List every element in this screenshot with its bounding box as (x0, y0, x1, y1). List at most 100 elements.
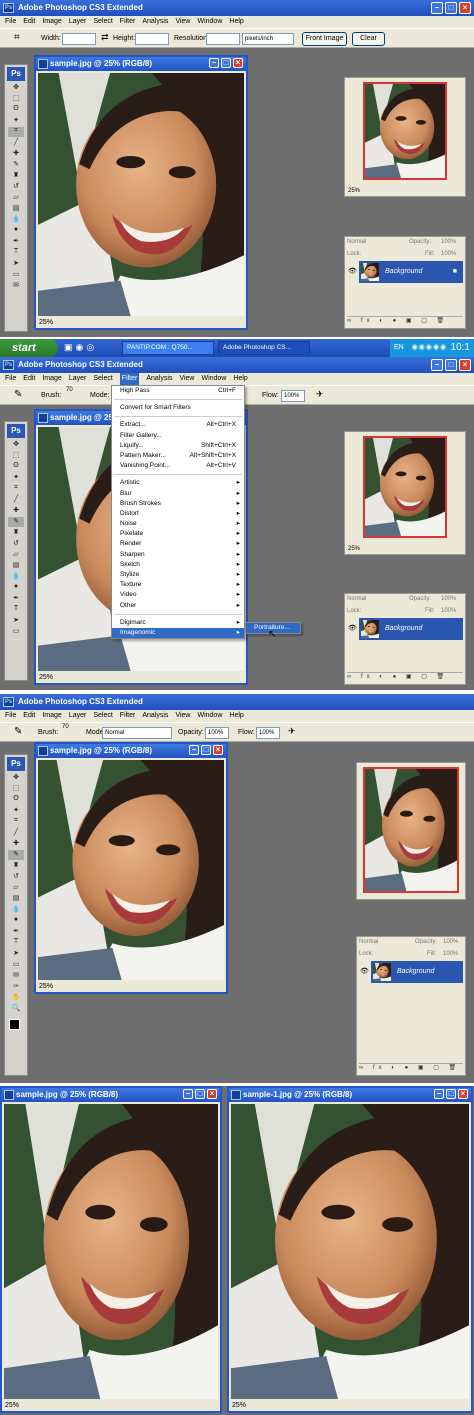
menu-edit[interactable]: Edit (23, 710, 35, 722)
document-titlebar[interactable]: sample-1.jpg @ 25% (RGB/8) – □ × (229, 1088, 471, 1102)
visibility-eye-icon[interactable]: 👁 (348, 624, 357, 632)
zoom-level[interactable]: 25% (39, 319, 53, 326)
magic-wand-icon[interactable]: ✦ (8, 116, 24, 126)
slice-tool-icon[interactable]: ╱ (8, 138, 24, 148)
gradient-tool-icon[interactable]: ▤ (8, 561, 24, 571)
brush-tool-icon[interactable]: ✎ (8, 160, 24, 170)
doc-maximize-button[interactable]: □ (446, 1089, 456, 1099)
hand-tool-icon[interactable]: ✋ (8, 993, 24, 1003)
menu-help[interactable]: Help (229, 710, 243, 722)
doc-minimize-button[interactable]: – (209, 58, 219, 68)
stamp-tool-icon[interactable]: ♜ (8, 861, 24, 871)
clear-button[interactable]: Clear (352, 32, 385, 46)
filter-menu-item-filter-gallery[interactable]: Filter Gallery... (112, 431, 244, 441)
menu-select[interactable]: Select (93, 710, 112, 722)
crop-tool-icon[interactable]: ⌗ (14, 32, 20, 43)
brush-size[interactable]: 70 (66, 387, 73, 393)
filter-menu-item-convert-for-smart-filters[interactable]: Convert for Smart Filters (112, 403, 244, 413)
layer-row-background[interactable]: Background (371, 961, 463, 983)
notes-tool-icon[interactable]: ✉ (8, 281, 24, 291)
menu-view[interactable]: View (179, 373, 194, 385)
opacity-value[interactable]: 100% (441, 596, 456, 602)
type-tool-icon[interactable]: T (8, 605, 24, 615)
zoom-tool-icon[interactable]: 🔍 (8, 1004, 24, 1014)
resolution-unit-select[interactable]: pixels/inch (242, 33, 294, 45)
filter-menu-item-stylize[interactable]: Stylize ▸ (112, 570, 244, 580)
visibility-eye-icon[interactable]: 👁 (360, 967, 369, 975)
menu-image[interactable]: Image (42, 373, 61, 385)
filter-menu-item-imagenomic[interactable]: Imagenomic ▸ (112, 627, 244, 639)
menu-edit[interactable]: Edit (23, 16, 35, 28)
photo-canvas[interactable] (4, 1104, 218, 1399)
start-button[interactable]: start (0, 339, 58, 357)
menu-image[interactable]: Image (42, 710, 61, 722)
eyedropper-icon[interactable]: ✑ (8, 982, 24, 992)
document-titlebar[interactable]: sample.jpg @ 25% (RGB/8) – □ × (36, 744, 226, 758)
marquee-tool-icon[interactable]: ⬚ (8, 451, 24, 461)
layers-footer-icons[interactable]: ∞ fx ◐ ● ▣ ▢ 🗑 (347, 316, 463, 326)
pen-tool-icon[interactable]: ✒ (8, 594, 24, 604)
filter-menu-item-liquify[interactable]: Liquify... Shift+Ctrl+X (112, 441, 244, 451)
move-tool-icon[interactable]: ✥ (8, 440, 24, 450)
slice-tool-icon[interactable]: ╱ (8, 828, 24, 838)
path-select-icon[interactable]: ➤ (8, 949, 24, 959)
filter-menu-item-other[interactable]: Other ▸ (112, 601, 244, 611)
photo-canvas[interactable] (38, 73, 244, 316)
healing-brush-icon[interactable]: ✚ (8, 506, 24, 516)
flow-input[interactable]: 100% (281, 390, 305, 402)
shape-tool-icon[interactable]: ▭ (8, 627, 24, 637)
filter-menu-item-vanishing-point[interactable]: Vanishing Point... Alt+Ctrl+V (112, 461, 244, 471)
airbrush-icon[interactable]: ✈ (288, 726, 296, 737)
menu-view[interactable]: View (175, 16, 190, 28)
navigator-zoom[interactable]: 25% (348, 546, 360, 552)
filter-menu-item-sketch[interactable]: Sketch ▸ (112, 560, 244, 570)
filter-menu-item-pattern-maker[interactable]: Pattern Maker... Alt+Shift+Ctrl+X (112, 451, 244, 461)
menu-analysis[interactable]: Analysis (142, 16, 168, 28)
swap-icon[interactable]: ⇄ (101, 32, 109, 43)
menu-image[interactable]: Image (42, 16, 61, 28)
resolution-input[interactable] (206, 33, 240, 45)
opacity-value[interactable]: 100% (443, 939, 458, 945)
doc-minimize-button[interactable]: – (189, 745, 199, 755)
type-tool-icon[interactable]: T (8, 248, 24, 258)
lasso-tool-icon[interactable]: ʘ (8, 462, 24, 472)
color-swatches[interactable] (8, 1017, 26, 1039)
doc-maximize-button[interactable]: □ (201, 745, 211, 755)
slice-tool-icon[interactable]: ╱ (8, 495, 24, 505)
type-tool-icon[interactable]: T (8, 938, 24, 948)
dodge-tool-icon[interactable]: ● (8, 583, 24, 593)
taskbar-item-photoshop[interactable]: Adobe Photoshop CS... (218, 341, 310, 355)
filter-menu-item-render[interactable]: Render ▸ (112, 539, 244, 549)
path-select-icon[interactable]: ➤ (8, 616, 24, 626)
dodge-tool-icon[interactable]: ● (8, 226, 24, 236)
brush-tool-icon[interactable]: ✎ (14, 389, 22, 400)
filter-menu-item-video[interactable]: Video ▸ (112, 590, 244, 600)
document-titlebar[interactable]: sample.jpg @ 25% (RGB/8) – □ × (2, 1088, 220, 1102)
doc-minimize-button[interactable]: – (434, 1089, 444, 1099)
menu-window[interactable]: Window (197, 710, 222, 722)
document-window-retouched[interactable]: sample-1.jpg @ 25% (RGB/8) – □ × 25% (227, 1086, 473, 1413)
language-indicator[interactable]: EN (394, 344, 404, 351)
opacity-input[interactable]: 100% (205, 727, 229, 739)
move-tool-icon[interactable]: ✥ (8, 773, 24, 783)
width-input[interactable] (62, 33, 96, 45)
filter-menu-item-digimarc[interactable]: Digimarc ▸ (112, 618, 244, 628)
brush-tool-icon[interactable]: ✎ (8, 517, 24, 527)
airbrush-icon[interactable]: ✈ (316, 389, 324, 400)
minimize-button[interactable]: – (431, 2, 443, 14)
filter-menu-item-sharpen[interactable]: Sharpen ▸ (112, 550, 244, 560)
taskbar-item-browser[interactable]: PANTIP.COM : Q750... (122, 341, 214, 355)
doc-close-button[interactable]: × (207, 1089, 217, 1099)
fill-value[interactable]: 100% (441, 608, 456, 614)
stamp-tool-icon[interactable]: ♜ (8, 171, 24, 181)
document-window-original[interactable]: sample.jpg @ 25% (RGB/8) – □ × 25% (0, 1086, 222, 1413)
doc-maximize-button[interactable]: □ (195, 1089, 205, 1099)
maximize-button[interactable]: □ (445, 2, 457, 14)
blend-mode-select[interactable]: Normal (347, 239, 366, 245)
height-input[interactable] (135, 33, 169, 45)
menu-select[interactable]: Select (93, 373, 112, 385)
stamp-tool-icon[interactable]: ♜ (8, 528, 24, 538)
menu-help[interactable]: Help (233, 373, 247, 385)
eraser-tool-icon[interactable]: ▱ (8, 193, 24, 203)
navigator-thumbnail[interactable] (363, 767, 459, 893)
